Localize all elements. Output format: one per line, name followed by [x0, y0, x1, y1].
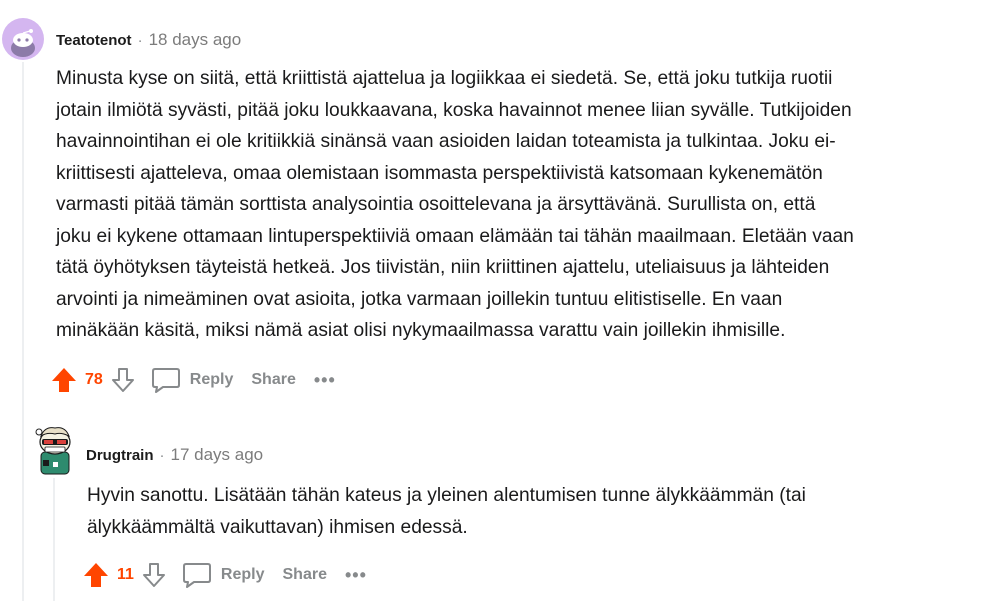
share-button[interactable]: Share	[251, 371, 295, 389]
comment-body: Minusta kyse on siitä, että kriittistä a…	[56, 63, 986, 347]
meta-separator: ·	[159, 447, 165, 464]
comment-line: jotain ilmiötä syvästi, pitää joku loukk…	[56, 99, 852, 121]
more-options-button[interactable]: •••	[345, 565, 367, 586]
thread-line[interactable]	[22, 62, 24, 601]
avatar[interactable]	[2, 18, 44, 60]
comment-bubble-icon	[151, 366, 181, 394]
comment-line: varmasti pitää tämän sorttista analysoin…	[56, 194, 816, 215]
comment-line: Hyvin sanottu. Lisätään tähän kateus ja …	[87, 485, 806, 506]
comment-timestamp[interactable]: 18 days ago	[149, 30, 242, 50]
reply-button[interactable]: Reply	[151, 366, 234, 394]
share-label: Share	[251, 371, 296, 388]
upvote-button[interactable]	[50, 365, 78, 395]
upvote-arrow-icon	[84, 563, 108, 587]
reply-label: Reply	[189, 371, 234, 388]
more-options-button[interactable]: •••	[314, 370, 336, 391]
share-button[interactable]: Share	[283, 566, 327, 584]
comment-line: minäkään käsitä, miksi nämä asiat olisi …	[56, 320, 786, 341]
upvote-button[interactable]	[82, 560, 110, 590]
snoo-costume-avatar-icon	[35, 427, 71, 475]
comment-timestamp[interactable]: 17 days ago	[171, 445, 264, 465]
reply-button[interactable]: Reply	[182, 561, 265, 589]
meta-separator: ·	[137, 32, 143, 49]
comment-line: joku ei kykene ottamaan lintuperspektiiv…	[56, 225, 854, 247]
author-name[interactable]: Teatotenot	[56, 32, 132, 49]
comment-bubble-icon	[182, 561, 212, 589]
vote-score: 78	[85, 371, 103, 388]
comment-line: arvointi ja nimeäminen ovat asioita, jot…	[56, 288, 783, 310]
more-dots-icon: •••	[313, 369, 336, 390]
vote-score: 11	[117, 566, 134, 583]
comment-meta: Drugtrain · 17 days ago	[86, 445, 263, 465]
comment-actions: 78 Reply Share •••	[50, 364, 336, 396]
author-name[interactable]: Drugtrain	[86, 447, 154, 464]
comment-line: Minusta kyse on siitä, että kriittistä a…	[56, 68, 833, 89]
thread-line-nested[interactable]	[53, 478, 55, 601]
downvote-arrow-icon	[111, 368, 134, 392]
comment-actions: 11 Reply Share •••	[82, 559, 367, 591]
upvote-arrow-icon	[52, 368, 76, 392]
reply-label: Reply	[220, 566, 265, 583]
avatar[interactable]	[31, 422, 75, 476]
comment-line: älykkäämmältä vaikuttavan) ihmisen edess…	[87, 516, 468, 538]
comment-body: Hyvin sanottu. Lisätään tähän kateus ja …	[87, 480, 977, 543]
downvote-button[interactable]	[109, 365, 137, 395]
comment-meta: Teatotenot · 18 days ago	[56, 30, 241, 50]
downvote-arrow-icon	[142, 563, 165, 587]
share-label: Share	[282, 566, 327, 583]
comment-line: havainnointihan ei ole kritiikkiä sinäns…	[56, 131, 836, 152]
more-dots-icon: •••	[344, 564, 367, 585]
reddit-default-avatar-icon	[2, 18, 44, 60]
comment-line: kriittisesti ajatteleva, omaa olemistaan…	[56, 162, 823, 184]
comment-line: tätä öyhötyksen täyteistä hetkeä. Jos ti…	[56, 257, 830, 278]
downvote-button[interactable]	[140, 560, 168, 590]
